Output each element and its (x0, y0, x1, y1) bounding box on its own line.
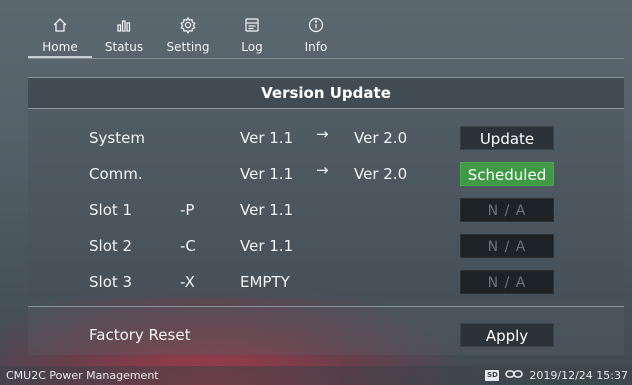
row-name: Comm. (89, 165, 143, 183)
current-version: Ver 1.1 (240, 165, 294, 183)
log-icon (243, 12, 261, 38)
version-row-slot2: Slot 2 -C Ver 1.1 N / A (28, 234, 624, 258)
arrow-right-icon: → (316, 125, 329, 143)
row-name: Slot 1 (89, 201, 133, 219)
slot-suffix: -C (180, 237, 196, 255)
apply-button[interactable]: Apply (460, 323, 554, 347)
date-time: 2019/12/24 15:37 (529, 369, 628, 382)
scheduled-button[interactable]: Scheduled (460, 162, 554, 186)
link-icon (505, 369, 524, 382)
nav-tab-log[interactable]: Log (220, 12, 284, 56)
update-button[interactable]: Update (460, 126, 554, 150)
bar-chart-icon (115, 12, 133, 38)
target-version: Ver 2.0 (354, 129, 408, 147)
nav-label: Home (42, 40, 78, 54)
top-nav: Home Status Setting Log Info (28, 12, 348, 58)
target-version: Ver 2.0 (354, 165, 408, 183)
status-right: SD 2019/12/24 15:37 (485, 369, 628, 382)
row-name: System (89, 129, 145, 147)
panel-title: Version Update (28, 78, 624, 109)
home-icon (51, 12, 69, 38)
gear-icon (179, 12, 197, 38)
nav-label: Setting (166, 40, 210, 54)
nav-label: Info (304, 40, 328, 54)
version-row-slot1: Slot 1 -P Ver 1.1 N / A (28, 198, 624, 222)
version-row-slot3: Slot 3 -X EMPTY N / A (28, 270, 624, 294)
nav-tab-status[interactable]: Status (92, 12, 156, 56)
sd-card-icon: SD (485, 370, 500, 381)
slot-suffix: -X (180, 273, 195, 291)
na-button: N / A (460, 198, 554, 222)
current-version: Ver 1.1 (240, 129, 294, 147)
factory-reset-row: Factory Reset Apply (28, 323, 624, 347)
nav-tab-info[interactable]: Info (284, 12, 348, 56)
nav-label: Status (104, 40, 144, 54)
version-row-system: System Ver 1.1 → Ver 2.0 Update (28, 125, 624, 150)
row-name: Slot 3 (89, 273, 133, 291)
factory-reset-label: Factory Reset (89, 326, 191, 344)
arrow-right-icon: → (316, 161, 329, 179)
version-update-panel: Version Update System Ver 1.1 → Ver 2.0 … (28, 77, 624, 298)
current-version: Ver 1.1 (240, 201, 294, 219)
app-name: CMU2C Power Management (6, 369, 159, 382)
nav-label: Log (241, 40, 263, 54)
na-button: N / A (460, 234, 554, 258)
factory-reset-section: Factory Reset Apply (28, 306, 624, 355)
status-bar: CMU2C Power Management SD 2019/12/24 15:… (0, 366, 632, 385)
info-icon (307, 12, 325, 38)
slot-suffix: -P (180, 201, 195, 219)
nav-tab-home[interactable]: Home (28, 12, 92, 58)
current-version: Ver 1.1 (240, 237, 294, 255)
nav-tab-setting[interactable]: Setting (156, 12, 220, 56)
nav-divider (28, 58, 624, 59)
na-button: N / A (460, 270, 554, 294)
current-version: EMPTY (240, 273, 290, 291)
screen-background: Home Status Setting Log Info Version Upd… (0, 0, 632, 385)
version-row-comm: Comm. Ver 1.1 → Ver 2.0 Scheduled (28, 161, 624, 186)
row-name: Slot 2 (89, 237, 133, 255)
